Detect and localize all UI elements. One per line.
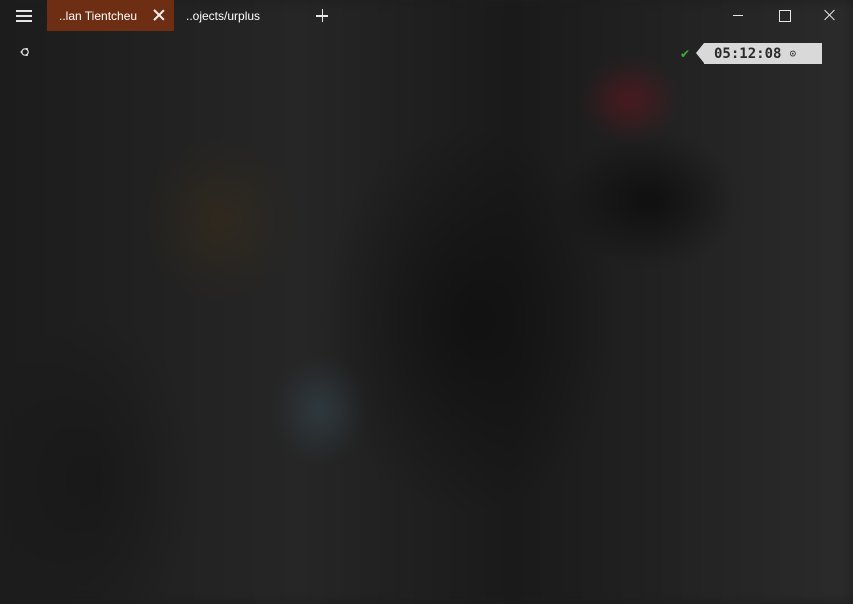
tab-label: ..lan Tientcheu xyxy=(59,8,138,23)
hamburger-icon xyxy=(15,10,32,22)
tab-label: ..ojects/urplus xyxy=(186,8,261,23)
new-tab-button[interactable] xyxy=(302,0,342,31)
time-segment: 05:12:08 ⊙ xyxy=(696,43,822,64)
tab-active[interactable]: ..lan Tientcheu xyxy=(47,0,174,31)
ubuntu-icon xyxy=(20,47,32,59)
check-icon: ✔ xyxy=(679,46,691,61)
maximize-button[interactable] xyxy=(761,0,807,31)
menu-button[interactable] xyxy=(0,0,47,31)
close-icon[interactable] xyxy=(152,8,166,22)
minimize-button[interactable] xyxy=(715,0,761,31)
acrylic-background xyxy=(0,0,853,604)
clock-icon: ⊙ xyxy=(789,47,797,60)
title-bar: ..lan Tientcheu ..ojects/urplus xyxy=(0,0,853,31)
tab-inactive[interactable]: ..ojects/urplus xyxy=(174,0,302,31)
window-close-button[interactable] xyxy=(807,0,853,31)
prompt-status-segment: ✔ 05:12:08 ⊙ xyxy=(676,43,822,64)
time-display: 05:12:08 xyxy=(714,45,782,62)
title-drag-area xyxy=(342,0,715,31)
